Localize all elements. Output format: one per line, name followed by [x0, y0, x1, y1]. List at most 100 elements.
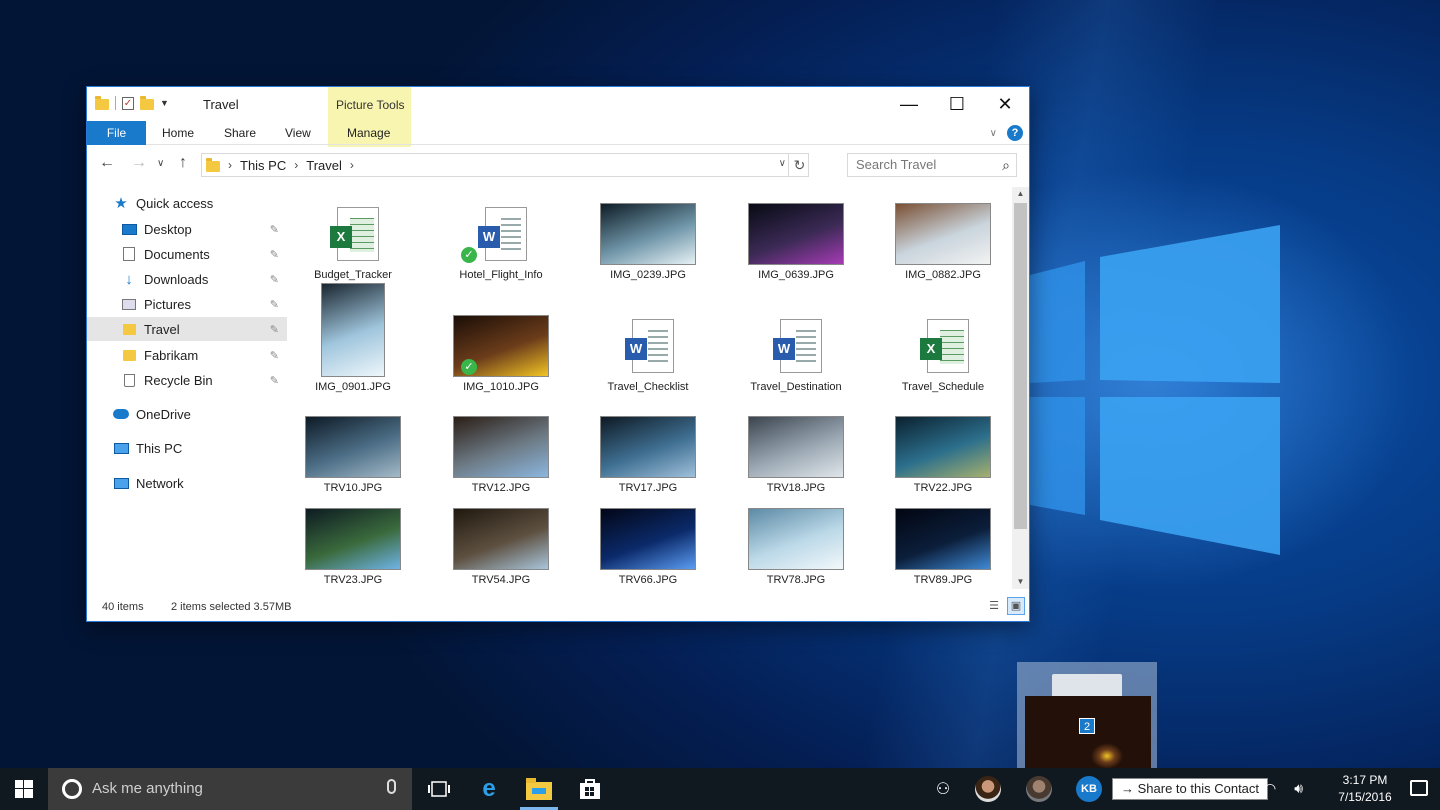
nav-item-label: This PC [136, 440, 183, 456]
store-icon[interactable] [577, 776, 603, 802]
back-arrow-icon[interactable]: ← [99, 154, 115, 172]
nav-item-documents[interactable]: Documents ✎ [87, 242, 287, 266]
address-bar[interactable]: › This PC › Travel › ∨ ↻ [201, 153, 809, 177]
file-name: TRV78.JPG [766, 574, 826, 586]
file-item[interactable]: TRV54.JPG [441, 494, 561, 586]
item-count: 40 items [102, 601, 144, 613]
file-name: TRV12.JPG [471, 482, 531, 494]
file-item[interactable]: ✓ IMG_1010.JPG [441, 281, 561, 393]
nav-item-desktop[interactable]: Desktop ✎ [87, 217, 287, 241]
people-icon[interactable]: ⚇ [930, 776, 956, 802]
search-icon[interactable]: ⌕ [1002, 154, 1010, 176]
vertical-scrollbar[interactable]: ▲ ▼ [1012, 187, 1029, 589]
nav-icon-wrap: ★ [113, 195, 129, 212]
maximize-button[interactable]: ☐ [933, 87, 981, 121]
title-bar[interactable]: ✓ ▼ Travel Picture Tools — ☐ ✕ [87, 87, 1029, 121]
scroll-up-icon[interactable]: ▲ [1012, 187, 1029, 201]
nav-item-onedrive[interactable]: OneDrive [87, 402, 287, 426]
chevron-right-icon[interactable]: › [294, 158, 298, 172]
file-item[interactable]: TRV78.JPG [736, 494, 856, 586]
address-dropdown-icon[interactable]: ∨ [779, 158, 786, 169]
tab-home[interactable]: Home [162, 121, 194, 145]
task-view-icon[interactable] [426, 776, 452, 802]
file-item[interactable]: W Travel_Checklist [588, 281, 708, 393]
pin-icon: ✎ [269, 323, 279, 336]
nav-item-network[interactable]: Network [87, 471, 287, 495]
image-thumbnail [453, 416, 549, 478]
contact-avatar-2[interactable] [1026, 776, 1052, 802]
edge-browser-icon[interactable]: e [476, 775, 502, 802]
file-explorer-taskbar-icon[interactable] [526, 776, 552, 802]
forward-arrow-icon[interactable]: → [131, 154, 147, 172]
volume-icon[interactable]: 🔊︎ [1294, 780, 1303, 797]
nav-icon-wrap [121, 247, 137, 261]
nav-item-travel[interactable]: Travel ✎ [87, 317, 287, 341]
file-item[interactable]: X Budget_Tracker [293, 189, 413, 281]
nav-item-recycle-bin[interactable]: Recycle Bin ✎ [87, 368, 287, 392]
scroll-down-icon[interactable]: ▼ [1012, 575, 1029, 589]
start-button[interactable] [0, 768, 48, 810]
file-item[interactable]: X Travel_Schedule [883, 281, 1003, 393]
breadcrumb-travel[interactable]: Travel [306, 158, 342, 173]
nav-icon-wrap [113, 407, 129, 421]
recycle-bin-icon [123, 373, 135, 387]
nav-item-fabrikam[interactable]: Fabrikam ✎ [87, 343, 287, 367]
file-item[interactable]: TRV22.JPG [883, 402, 1003, 494]
minimize-button[interactable]: — [885, 87, 933, 121]
up-arrow-icon[interactable]: ↑ [179, 154, 187, 172]
nav-item-this-pc[interactable]: This PC [87, 436, 287, 460]
tab-manage[interactable]: Manage [347, 121, 390, 145]
file-item[interactable]: IMG_0901.JPG [293, 281, 413, 393]
file-item[interactable]: TRV66.JPG [588, 494, 708, 586]
expand-ribbon-icon[interactable]: ∨ [990, 128, 997, 139]
nav-item-quick-access[interactable]: ★ Quick access [87, 191, 287, 215]
contact-avatar-1[interactable] [975, 776, 1001, 802]
properties-icon[interactable]: ✓ [122, 96, 134, 110]
file-item[interactable]: TRV18.JPG [736, 402, 856, 494]
contact-avatar-kb[interactable]: KB [1076, 776, 1102, 802]
image-thumbnail [748, 508, 844, 570]
image-thumbnail [895, 203, 991, 265]
nav-item-downloads[interactable]: ↓ Downloads ✎ [87, 267, 287, 291]
file-item[interactable]: W Travel_Destination [736, 281, 856, 393]
chevron-right-icon[interactable]: › [350, 158, 354, 172]
nav-item-pictures[interactable]: Pictures ✎ [87, 292, 287, 316]
recent-dropdown-icon[interactable]: ∨ [157, 158, 164, 169]
scroll-thumb[interactable] [1014, 203, 1027, 529]
address-folder-icon [206, 157, 220, 172]
image-thumbnail [305, 416, 401, 478]
clock[interactable]: 3:17 PM 7/15/2016 [1332, 772, 1398, 806]
file-item[interactable]: W ✓ Hotel_Flight_Info [441, 189, 561, 281]
file-item[interactable]: TRV12.JPG [441, 402, 561, 494]
action-center-icon[interactable] [1410, 780, 1428, 796]
image-thumbnail [305, 508, 401, 570]
breadcrumb-this-pc[interactable]: This PC [240, 158, 286, 173]
microphone-icon[interactable] [387, 779, 396, 794]
pin-icon: ✎ [269, 248, 279, 261]
large-icons-view-icon[interactable]: ▣ [1007, 597, 1025, 615]
details-view-icon[interactable]: ☰ [985, 597, 1003, 615]
cortana-search-box[interactable]: Ask me anything [48, 768, 412, 810]
file-item[interactable]: TRV17.JPG [588, 402, 708, 494]
file-name: IMG_0639.JPG [758, 269, 834, 281]
tab-view[interactable]: View [285, 121, 311, 145]
file-item[interactable]: TRV23.JPG [293, 494, 413, 586]
qat-dropdown-icon[interactable]: ▼ [160, 98, 169, 108]
tab-file[interactable]: File [87, 121, 146, 145]
image-thumbnail [748, 416, 844, 478]
tab-share[interactable]: Share [224, 121, 256, 145]
chevron-right-icon[interactable]: › [228, 158, 232, 172]
wifi-icon[interactable]: ◠ [1264, 780, 1276, 797]
file-item[interactable]: IMG_0882.JPG [883, 189, 1003, 281]
refresh-icon[interactable]: ↻ [788, 154, 810, 176]
new-folder-icon[interactable] [140, 95, 154, 110]
help-icon[interactable]: ? [1007, 125, 1023, 141]
word-badge-icon: W [478, 226, 500, 248]
file-item[interactable]: TRV89.JPG [883, 494, 1003, 586]
file-item[interactable]: IMG_0639.JPG [736, 189, 856, 281]
search-input[interactable]: Search Travel ⌕ [847, 153, 1017, 177]
file-item[interactable]: IMG_0239.JPG [588, 189, 708, 281]
close-button[interactable]: ✕ [981, 87, 1029, 121]
file-item[interactable]: TRV10.JPG [293, 402, 413, 494]
word-badge-icon: W [773, 338, 795, 360]
